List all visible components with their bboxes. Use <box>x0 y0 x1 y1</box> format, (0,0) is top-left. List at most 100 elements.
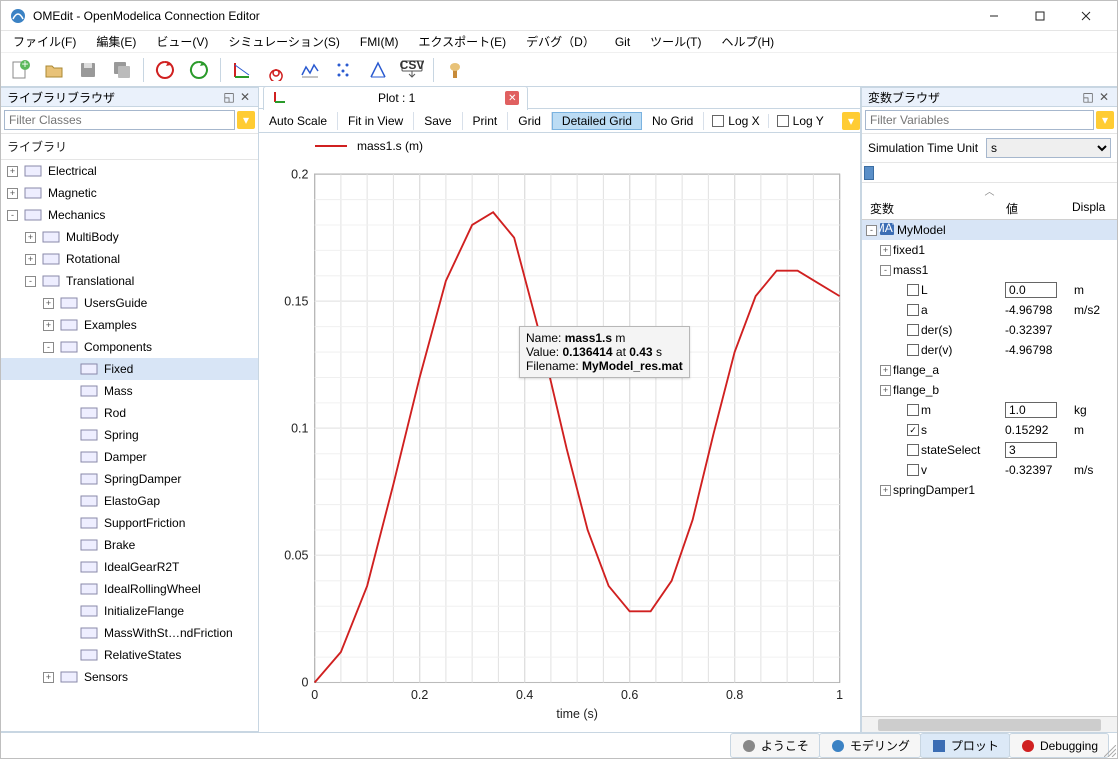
new-file-button[interactable]: + <box>5 55 35 85</box>
variable-value-input[interactable]: 1.0 <box>1005 402 1057 418</box>
filter-go-button[interactable]: ▾ <box>237 111 255 129</box>
menu-edit[interactable]: 編集(E) <box>88 31 144 52</box>
maximize-button[interactable] <box>1017 1 1063 31</box>
variable-row[interactable]: +fixed1 <box>862 240 1117 260</box>
variable-row[interactable]: -MATMyModel <box>862 220 1117 240</box>
open-file-button[interactable] <box>39 55 69 85</box>
header-variable[interactable]: 変数 <box>866 198 1002 219</box>
tree-toggle[interactable]: + <box>880 385 891 396</box>
plot-tab-close-button[interactable]: ✕ <box>505 91 519 105</box>
tree-toggle[interactable]: - <box>25 276 36 287</box>
library-tree-item[interactable]: Mass <box>1 380 258 402</box>
filter-go-button[interactable]: ▾ <box>1096 111 1114 129</box>
status-tab-debug[interactable]: Debugging <box>1009 733 1109 758</box>
undock-button[interactable]: ◱ <box>1081 90 1095 104</box>
tree-toggle[interactable]: - <box>43 342 54 353</box>
library-tree-item[interactable]: -Translational <box>1 270 258 292</box>
simulate-setup-button[interactable] <box>184 55 214 85</box>
status-tab-welcome[interactable]: ようこそ <box>730 733 820 758</box>
library-tree-item[interactable]: Fixed <box>1 358 258 380</box>
library-tree-item[interactable]: Rod <box>1 402 258 424</box>
variable-row[interactable]: +springDamper1 <box>862 480 1117 500</box>
menu-help[interactable]: ヘルプ(H) <box>714 31 783 52</box>
close-button[interactable] <box>1063 1 1109 31</box>
panel-close-button[interactable]: ✕ <box>238 90 252 104</box>
tree-toggle[interactable]: - <box>866 225 877 236</box>
library-tree-item[interactable]: IdealGearR2T <box>1 556 258 578</box>
variable-value-input[interactable]: 3 <box>1005 442 1057 458</box>
clear-button[interactable] <box>440 55 470 85</box>
library-tree-item[interactable]: RelativeStates <box>1 644 258 666</box>
plot-canvas[interactable]: mass1.s (m) 00.20.40.60.8100.050.10.150.… <box>259 133 860 732</box>
menu-debug[interactable]: デバグ（D） <box>518 31 603 52</box>
tree-toggle[interactable]: + <box>43 298 54 309</box>
variable-row[interactable]: ✓s0.15292m <box>862 420 1117 440</box>
library-tree-item[interactable]: Damper <box>1 446 258 468</box>
variable-checkbox[interactable] <box>907 284 919 296</box>
library-tree[interactable]: +Electrical+Magnetic-Mechanics+MultiBody… <box>1 160 258 732</box>
variable-row[interactable]: m1.0kg <box>862 400 1117 420</box>
variable-checkbox[interactable]: ✓ <box>907 424 919 436</box>
plot-opt-grid[interactable]: Grid <box>508 112 552 130</box>
animation-button[interactable] <box>363 55 393 85</box>
minimize-button[interactable] <box>971 1 1017 31</box>
library-tree-item[interactable]: +Electrical <box>1 160 258 182</box>
menu-file[interactable]: ファイル(F) <box>5 31 84 52</box>
menu-tools[interactable]: ツール(T) <box>642 31 709 52</box>
plot-opt-save[interactable]: Save <box>414 112 462 130</box>
status-tab-plot[interactable]: プロット <box>920 733 1010 758</box>
time-slider[interactable] <box>862 163 1117 183</box>
library-tree-item[interactable]: +Rotational <box>1 248 258 270</box>
variable-checkbox[interactable] <box>907 324 919 336</box>
menu-view[interactable]: ビュー(V) <box>148 31 216 52</box>
library-tree-item[interactable]: -Components <box>1 336 258 358</box>
csv-export-button[interactable]: CSV <box>397 55 427 85</box>
library-tree-item[interactable]: Brake <box>1 534 258 556</box>
library-tree-item[interactable]: InitializeFlange <box>1 600 258 622</box>
h-scrollbar[interactable] <box>862 716 1117 732</box>
library-tree-item[interactable]: SpringDamper <box>1 468 258 490</box>
undock-button[interactable]: ◱ <box>222 90 236 104</box>
tree-toggle[interactable]: + <box>7 188 18 199</box>
library-tree-item[interactable]: +MultiBody <box>1 226 258 248</box>
variable-row[interactable]: der(v)-4.96798 <box>862 340 1117 360</box>
menu-git[interactable]: Git <box>607 33 638 51</box>
menu-export[interactable]: エクスポート(E) <box>411 31 515 52</box>
tree-toggle[interactable]: - <box>7 210 18 221</box>
variable-checkbox[interactable] <box>907 464 919 476</box>
tree-toggle[interactable]: + <box>25 254 36 265</box>
library-filter-input[interactable] <box>4 110 235 130</box>
variable-row[interactable]: +flange_a <box>862 360 1117 380</box>
library-tree-item[interactable]: +Examples <box>1 314 258 336</box>
library-tree-item[interactable]: MassWithSt…ndFriction <box>1 622 258 644</box>
variable-checkbox[interactable] <box>907 304 919 316</box>
variables-filter-input[interactable] <box>865 110 1094 130</box>
save-all-button[interactable] <box>107 55 137 85</box>
variable-row[interactable]: der(s)-0.32397 <box>862 320 1117 340</box>
tree-toggle[interactable]: + <box>880 365 891 376</box>
library-tree-item[interactable]: +UsersGuide <box>1 292 258 314</box>
status-tab-modeling[interactable]: モデリング <box>819 733 921 758</box>
tree-toggle[interactable]: + <box>880 485 891 496</box>
variable-row[interactable]: +flange_b <box>862 380 1117 400</box>
plot-opt-fitview[interactable]: Fit in View <box>338 112 414 130</box>
variable-row[interactable]: v-0.32397m/s <box>862 460 1117 480</box>
variable-row[interactable]: L0.0m <box>862 280 1117 300</box>
menu-fmi[interactable]: FMI(M) <box>352 33 407 51</box>
header-display[interactable]: Displa <box>1068 198 1113 219</box>
library-tree-item[interactable]: +Sensors <box>1 666 258 688</box>
library-tree-item[interactable]: -Mechanics <box>1 204 258 226</box>
menu-simulation[interactable]: シミュレーション(S) <box>220 31 348 52</box>
tree-toggle[interactable]: + <box>880 245 891 256</box>
header-value[interactable]: 値 <box>1002 198 1068 219</box>
library-tree-item[interactable]: +Magnetic <box>1 182 258 204</box>
variable-row[interactable]: -mass1 <box>862 260 1117 280</box>
plot-opt-nogrid[interactable]: No Grid <box>642 112 704 130</box>
plot-opt-detailedgrid[interactable]: Detailed Grid <box>552 112 642 130</box>
variable-row[interactable]: a-4.96798m/s2 <box>862 300 1117 320</box>
time-unit-select[interactable]: s <box>986 138 1111 158</box>
tree-toggle[interactable]: + <box>7 166 18 177</box>
tree-toggle[interactable]: - <box>880 265 891 276</box>
plot-opt-more-button[interactable]: ▾ <box>842 112 860 130</box>
panel-close-button[interactable]: ✕ <box>1097 90 1111 104</box>
